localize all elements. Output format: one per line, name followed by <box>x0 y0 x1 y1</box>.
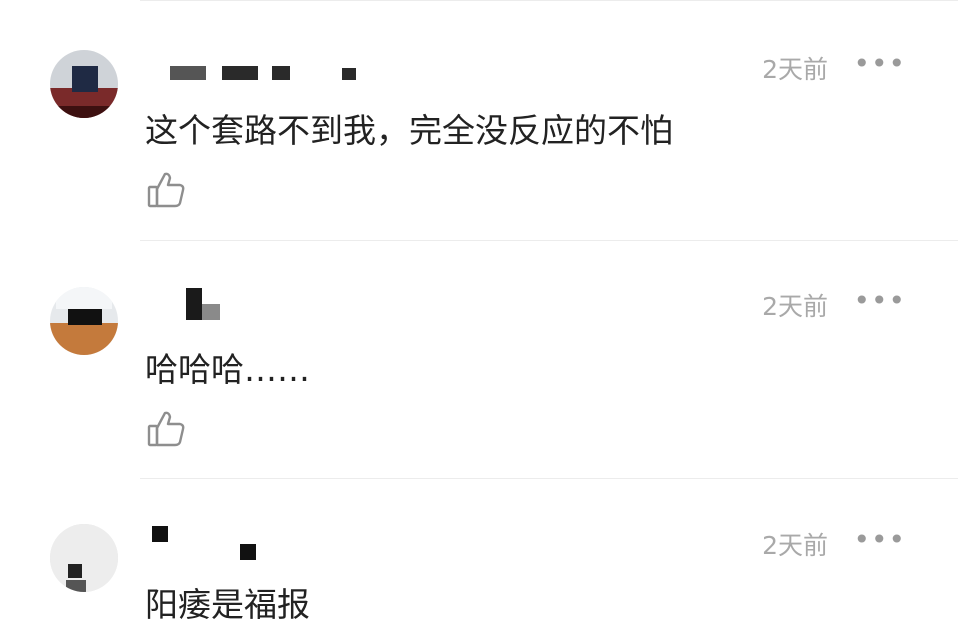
timestamp: 2天前 <box>762 55 828 84</box>
comment-item: 2天前 ••• 哈哈哈…… <box>0 240 958 478</box>
avatar[interactable] <box>50 50 118 118</box>
timestamp: 2天前 <box>762 292 828 321</box>
comment-item: 2天前 ••• 这个套路不到我，完全没反应的不怕 <box>0 0 958 240</box>
comment-text: 阳痿是福报 <box>145 585 310 624</box>
avatar[interactable] <box>50 524 118 592</box>
username-redacted[interactable] <box>152 526 262 560</box>
comment-text: 这个套路不到我，完全没反应的不怕 <box>145 111 673 150</box>
username-redacted[interactable] <box>186 288 226 324</box>
thumb-up-icon[interactable] <box>146 409 186 449</box>
avatar[interactable] <box>50 287 118 355</box>
timestamp: 2天前 <box>762 531 828 560</box>
more-options-button[interactable]: ••• <box>853 287 906 315</box>
thumb-up-icon[interactable] <box>146 170 186 210</box>
more-options-button[interactable]: ••• <box>853 50 906 78</box>
more-options-button[interactable]: ••• <box>853 526 906 554</box>
comment-item: 2天前 ••• 阳痿是福报 <box>0 478 958 641</box>
username-redacted[interactable] <box>170 66 370 82</box>
comment-text: 哈哈哈…… <box>145 350 310 389</box>
